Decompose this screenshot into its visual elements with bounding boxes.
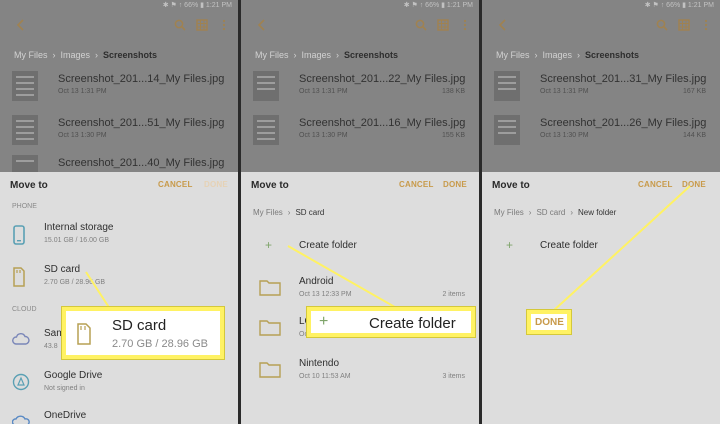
plus-icon: + (319, 313, 329, 330)
callout-label: Create folder (369, 315, 456, 332)
callout-create-folder: + Create folder (307, 307, 475, 337)
annotation-leader-lines (85, 185, 691, 313)
callout-done: DONE (527, 310, 571, 334)
tutorial-composite: ✱ ⚑ ↑ 66% ▮ 1:21 PM My Files › Images › Scre… (0, 0, 720, 424)
callout-label: DONE (535, 317, 564, 328)
callout-sub: 2.70 GB / 28.96 GB (112, 338, 209, 350)
callout-sd-card: SD card 2.70 GB / 28.96 GB (62, 307, 224, 359)
callout-label: SD card (112, 317, 167, 334)
sd-card-icon (77, 323, 91, 345)
